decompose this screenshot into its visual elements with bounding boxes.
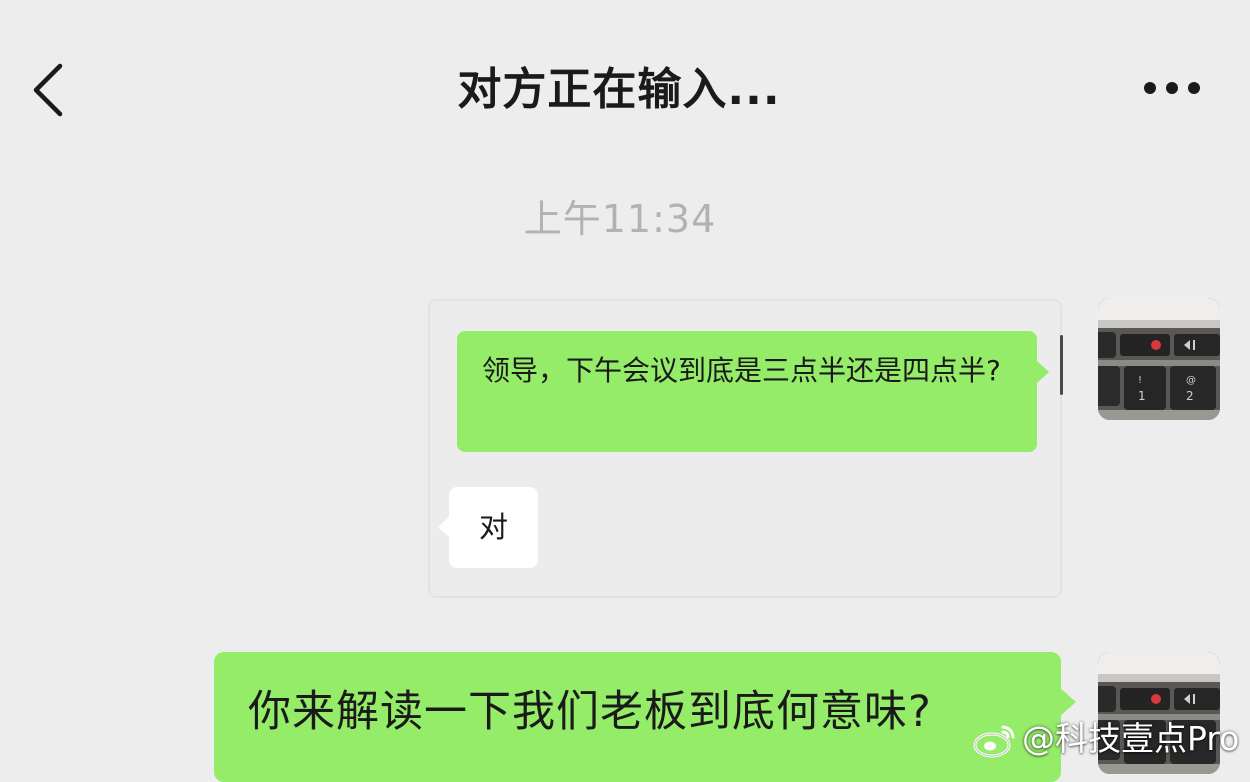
more-horizontal-icon: [1144, 82, 1156, 94]
screenshot-image-message[interactable]: 领导，下午会议到底是三点半还是四点半? 对: [428, 299, 1063, 598]
more-dot: [1188, 82, 1200, 94]
outgoing-message-bubble[interactable]: 你来解读一下我们老板到底何意味?: [214, 652, 1076, 782]
svg-text:!: !: [1138, 375, 1142, 386]
avatar[interactable]: ! 1 @ 2: [1098, 298, 1220, 420]
screenshot-reply-bubble: 对: [438, 487, 538, 568]
screenshot-outgoing-bubble: 领导，下午会议到底是三点半还是四点半?: [457, 331, 1049, 452]
keyboard-photo-avatar: ! 1 @ 2: [1098, 298, 1220, 420]
weibo-icon: [973, 725, 1015, 758]
more-options-button[interactable]: [1140, 68, 1204, 108]
screenshot-edge: [1060, 335, 1063, 395]
svg-text:@: @: [1186, 375, 1196, 386]
more-dot: [1166, 82, 1178, 94]
svg-text:1: 1: [1138, 389, 1146, 403]
watermark-text: @科技壹点Pro: [1022, 719, 1240, 758]
message-timestamp: 上午11:34: [523, 197, 717, 241]
weibo-watermark: @科技壹点Pro: [972, 714, 1239, 764]
svg-text:2: 2: [1186, 389, 1194, 403]
chat-title: 对方正在输入...: [457, 64, 781, 115]
